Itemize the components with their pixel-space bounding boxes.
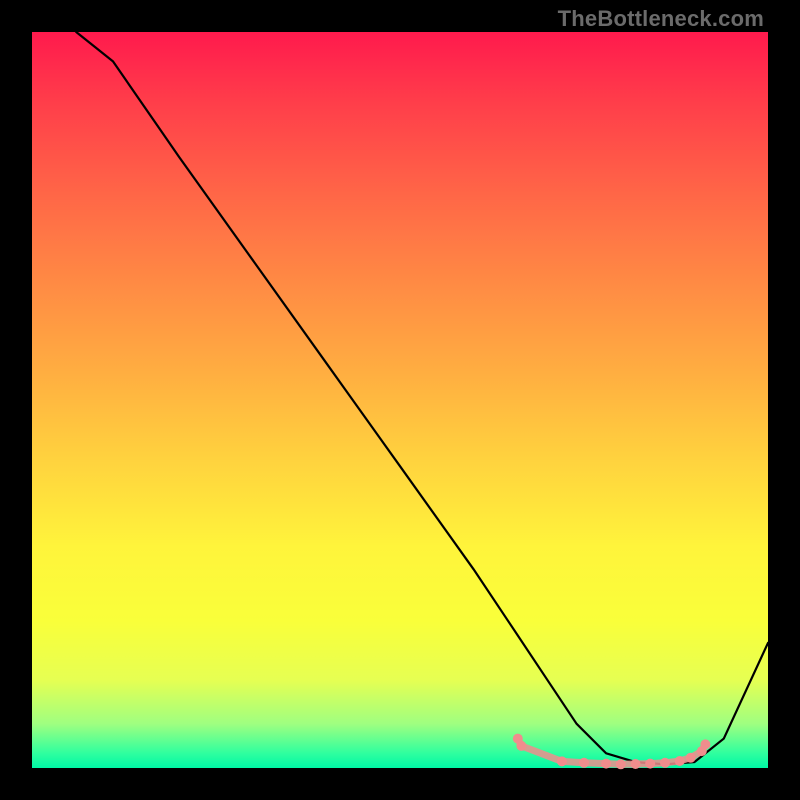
chart-frame: TheBottleneck.com: [0, 0, 800, 800]
marker-dot: [601, 759, 611, 769]
marker-dot: [700, 739, 710, 749]
marker-dot: [675, 756, 685, 766]
plot-area: [32, 32, 768, 768]
marker-dot: [516, 741, 526, 751]
marker-group: [513, 734, 711, 770]
marker-dot: [686, 753, 696, 763]
marker-dot: [645, 759, 655, 769]
marker-dot: [579, 758, 589, 768]
watermark-text: TheBottleneck.com: [558, 6, 764, 32]
marker-dot: [660, 758, 670, 768]
chart-svg: [32, 32, 768, 768]
marker-dot: [557, 756, 567, 766]
marker-dot: [631, 759, 641, 769]
curve-path: [76, 32, 768, 764]
marker-dot: [616, 759, 626, 769]
